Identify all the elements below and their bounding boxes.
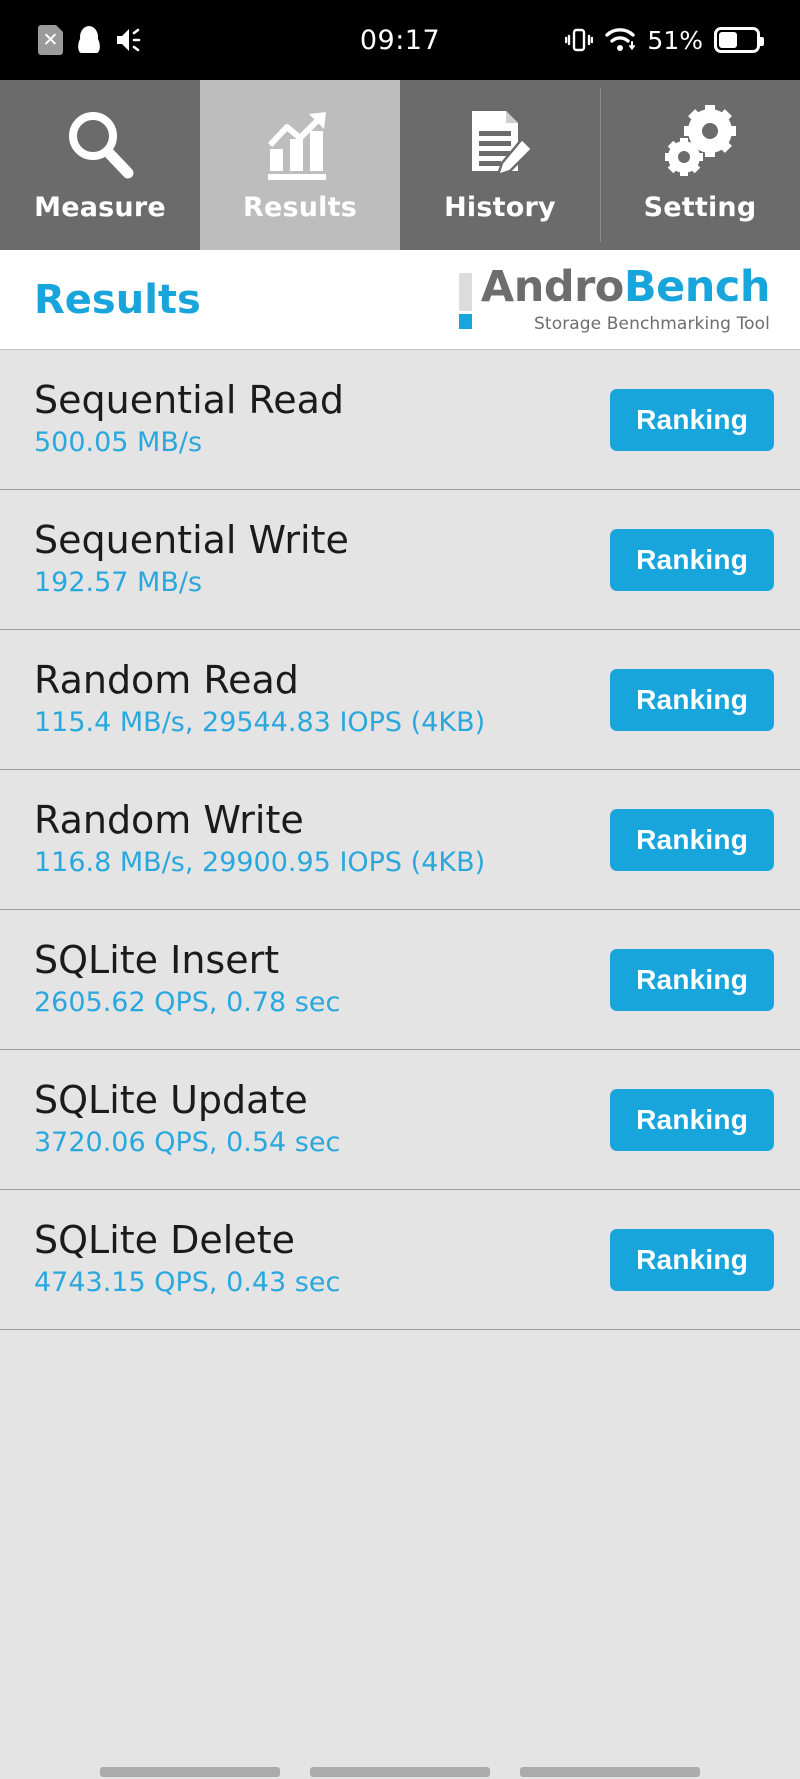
page-header: Results AndroBench Storage Benchmarking … (0, 250, 800, 350)
vibrate-icon (565, 28, 594, 52)
ranking-button[interactable]: Ranking (610, 1088, 774, 1151)
table-row: SQLite Delete 4743.15 QPS, 0.43 sec Rank… (0, 1190, 800, 1330)
androbench-logo: AndroBench Storage Benchmarking Tool (458, 265, 771, 334)
logo-word-andro: Andro (480, 261, 624, 312)
result-title: SQLite Insert (34, 938, 280, 983)
result-value: 2605.62 QPS, 0.78 sec (34, 987, 341, 1019)
ranking-button[interactable]: Ranking (610, 528, 774, 591)
tab-results[interactable]: Results (200, 80, 400, 250)
tab-measure[interactable]: Measure (0, 80, 200, 250)
wifi-icon (605, 28, 636, 51)
ranking-button[interactable]: Ranking (610, 388, 774, 451)
system-navigation-bar (0, 1757, 800, 1779)
result-title: Sequential Read (34, 378, 345, 423)
result-title: SQLite Update (34, 1078, 308, 1123)
tab-setting-label: Setting (643, 192, 757, 223)
battery-icon (714, 27, 764, 53)
tab-bar: Measure Results History Setting (0, 80, 800, 250)
result-title: Sequential Write (34, 518, 349, 563)
tab-history-label: History (444, 192, 556, 223)
tab-measure-label: Measure (34, 192, 166, 223)
result-value: 4743.15 QPS, 0.43 sec (34, 1267, 341, 1299)
phone-screen: ✕ 09:17 51% Measure Results History Sett… (0, 0, 800, 1779)
result-value: 115.4 MB/s, 29544.83 IOPS (4KB) (34, 707, 486, 739)
results-list: Sequential Read 500.05 MB/s Ranking Sequ… (0, 350, 800, 1330)
magnifier-icon (60, 102, 140, 188)
ranking-button[interactable]: Ranking (610, 668, 774, 731)
home-button[interactable] (310, 1767, 490, 1777)
back-button[interactable] (520, 1767, 700, 1777)
status-bar-right-icons: 51% (565, 0, 764, 80)
table-row: SQLite Insert 2605.62 QPS, 0.78 sec Rank… (0, 910, 800, 1050)
result-value: 500.05 MB/s (34, 427, 203, 459)
page-title: Results (34, 276, 201, 323)
tab-history[interactable]: History (400, 80, 600, 250)
recents-button[interactable] (100, 1767, 280, 1777)
table-row: Sequential Write 192.57 MB/s Ranking (0, 490, 800, 630)
tab-setting[interactable]: Setting (600, 80, 800, 250)
ranking-button[interactable]: Ranking (610, 1228, 774, 1291)
bar-chart-arrow-icon (260, 102, 340, 188)
table-row: SQLite Update 3720.06 QPS, 0.54 sec Rank… (0, 1050, 800, 1190)
result-title: SQLite Delete (34, 1218, 295, 1263)
status-bar: ✕ 09:17 51% (0, 0, 800, 80)
tab-results-label: Results (242, 192, 358, 223)
logo-bars-icon (458, 271, 472, 329)
logo-tagline: Storage Benchmarking Tool (534, 313, 770, 334)
ranking-button[interactable]: Ranking (610, 808, 774, 871)
table-row: Random Write 116.8 MB/s, 29900.95 IOPS (… (0, 770, 800, 910)
gears-icon (660, 102, 740, 188)
document-pencil-icon (460, 102, 540, 188)
ranking-button[interactable]: Ranking (610, 948, 774, 1011)
battery-percent-label: 51% (647, 25, 703, 55)
result-value: 3720.06 QPS, 0.54 sec (34, 1127, 341, 1159)
table-row: Random Read 115.4 MB/s, 29544.83 IOPS (4… (0, 630, 800, 770)
result-value: 116.8 MB/s, 29900.95 IOPS (4KB) (34, 847, 486, 879)
table-row: Sequential Read 500.05 MB/s Ranking (0, 350, 800, 490)
result-value: 192.57 MB/s (34, 567, 203, 599)
result-title: Random Write (34, 798, 304, 843)
logo-word-bench: Bench (623, 261, 771, 312)
result-title: Random Read (34, 658, 299, 703)
